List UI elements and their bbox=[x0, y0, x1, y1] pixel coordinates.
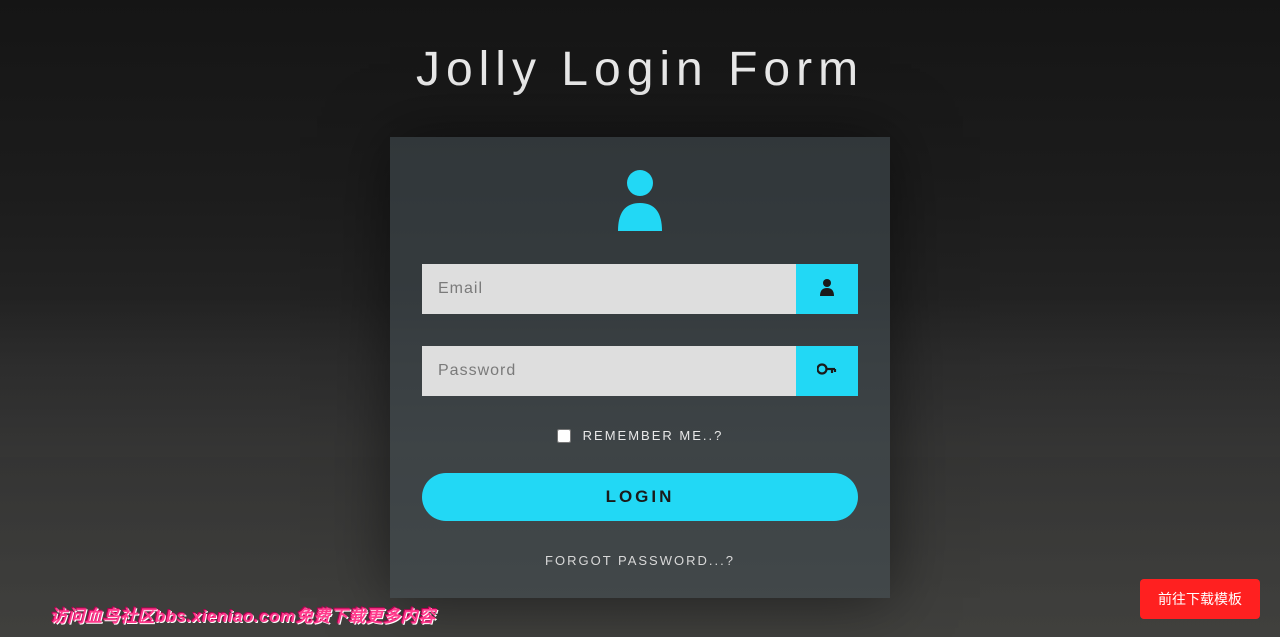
password-row bbox=[422, 346, 858, 396]
remember-row: REMEMBER ME..? bbox=[422, 428, 858, 443]
remember-checkbox[interactable] bbox=[557, 429, 571, 443]
email-row bbox=[422, 264, 858, 314]
login-button[interactable]: LOGIN bbox=[422, 473, 858, 521]
watermark-text: 访问血鸟社区bbs.xieniao.com免费下载更多内容 bbox=[50, 602, 436, 627]
password-icon-box bbox=[796, 346, 858, 396]
user-icon-container bbox=[422, 167, 858, 236]
key-icon bbox=[817, 360, 837, 383]
password-input[interactable] bbox=[422, 346, 796, 396]
forgot-password-link[interactable]: FORGOT PASSWORD...? bbox=[422, 553, 858, 568]
email-icon-box bbox=[796, 264, 858, 314]
page-title: Jolly Login Form bbox=[0, 0, 1280, 97]
login-card: REMEMBER ME..? LOGIN FORGOT PASSWORD...? bbox=[390, 137, 890, 598]
download-template-button[interactable]: 前往下载模板 bbox=[1140, 579, 1260, 619]
user-icon bbox=[610, 167, 670, 236]
email-input[interactable] bbox=[422, 264, 796, 314]
user-small-icon bbox=[819, 278, 835, 301]
remember-label: REMEMBER ME..? bbox=[583, 428, 724, 443]
